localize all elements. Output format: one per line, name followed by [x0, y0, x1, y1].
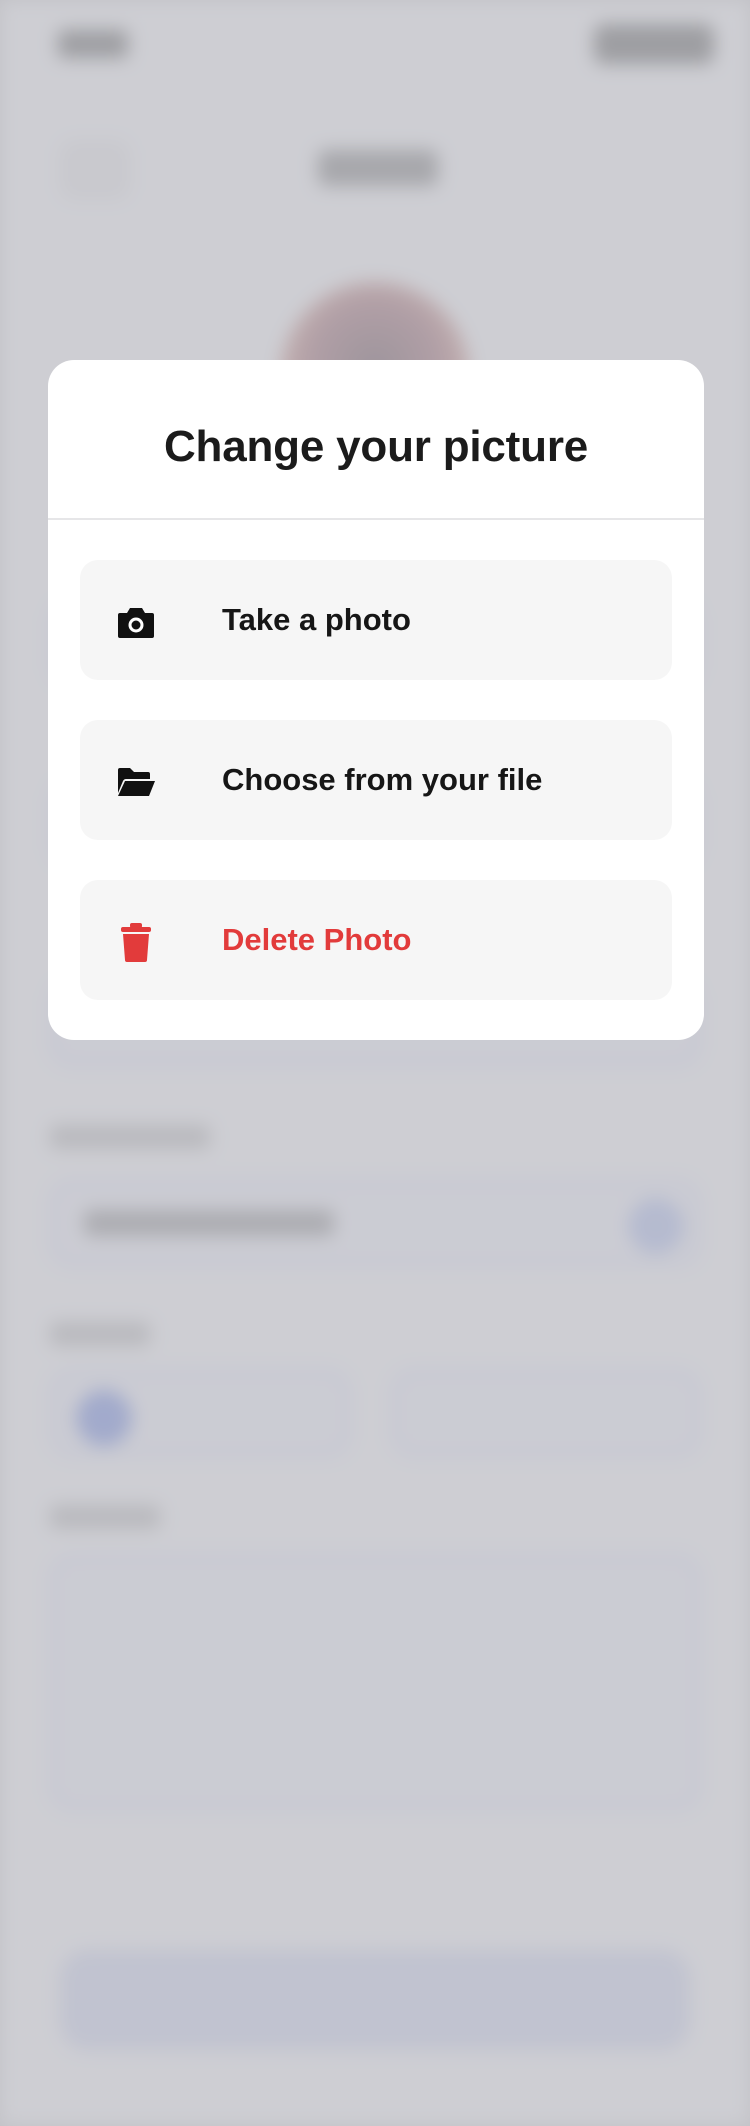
divider	[48, 518, 704, 520]
choose-file-button[interactable]: Choose from your file	[80, 720, 672, 840]
change-picture-dialog: Change your picture Take a photo Choose …	[48, 360, 704, 1040]
trash-icon	[121, 923, 151, 962]
take-photo-button[interactable]: Take a photo	[80, 560, 672, 680]
delete-photo-button[interactable]: Delete Photo	[80, 880, 672, 1000]
modal-scrim[interactable]	[0, 0, 750, 2126]
dialog-title: Change your picture	[163, 422, 589, 471]
folder-open-icon	[118, 768, 155, 796]
delete-photo-label: Delete Photo	[222, 922, 412, 957]
take-photo-label: Take a photo	[222, 602, 411, 637]
choose-file-label: Choose from your file	[222, 762, 543, 797]
camera-icon	[118, 608, 154, 638]
